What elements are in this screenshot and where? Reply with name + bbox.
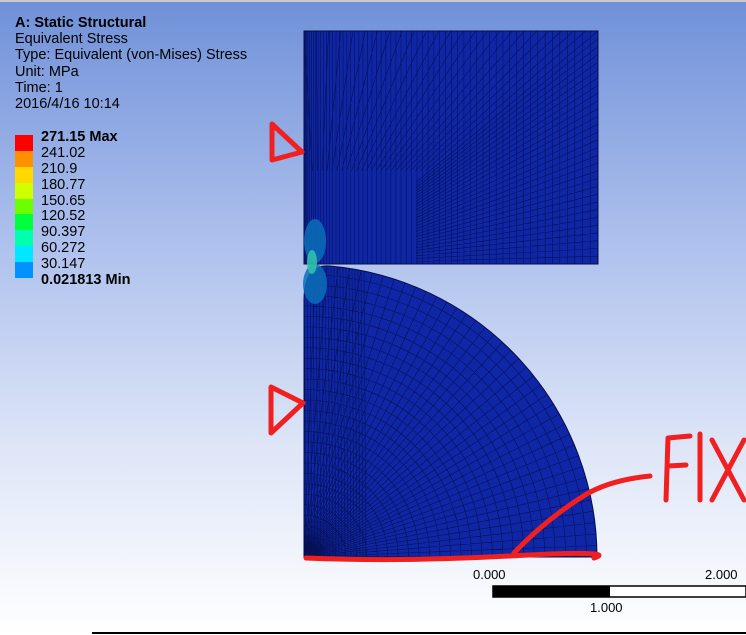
model-viewport[interactable]: FIX: [0, 0, 746, 635]
fix-letter-f: [663, 433, 693, 503]
viewport-bottom-border: [92, 632, 746, 634]
load-arrow-lower: [268, 384, 306, 436]
scale-bar-black-segment: [493, 586, 610, 597]
upper-block-mesh: [303, 30, 599, 265]
scale-bar: [492, 585, 746, 598]
lower-quarter-disk-mesh: [303, 265, 598, 558]
scale-label-mid: 1.000: [590, 600, 623, 615]
upper-block: [303, 30, 599, 265]
scale-label-right: 2.000: [705, 567, 738, 582]
contact-spot-core: [307, 250, 317, 274]
load-arrow-upper: [269, 121, 305, 163]
scale-label-left: 0.000: [473, 567, 506, 582]
fix-letter-x: [709, 437, 746, 503]
